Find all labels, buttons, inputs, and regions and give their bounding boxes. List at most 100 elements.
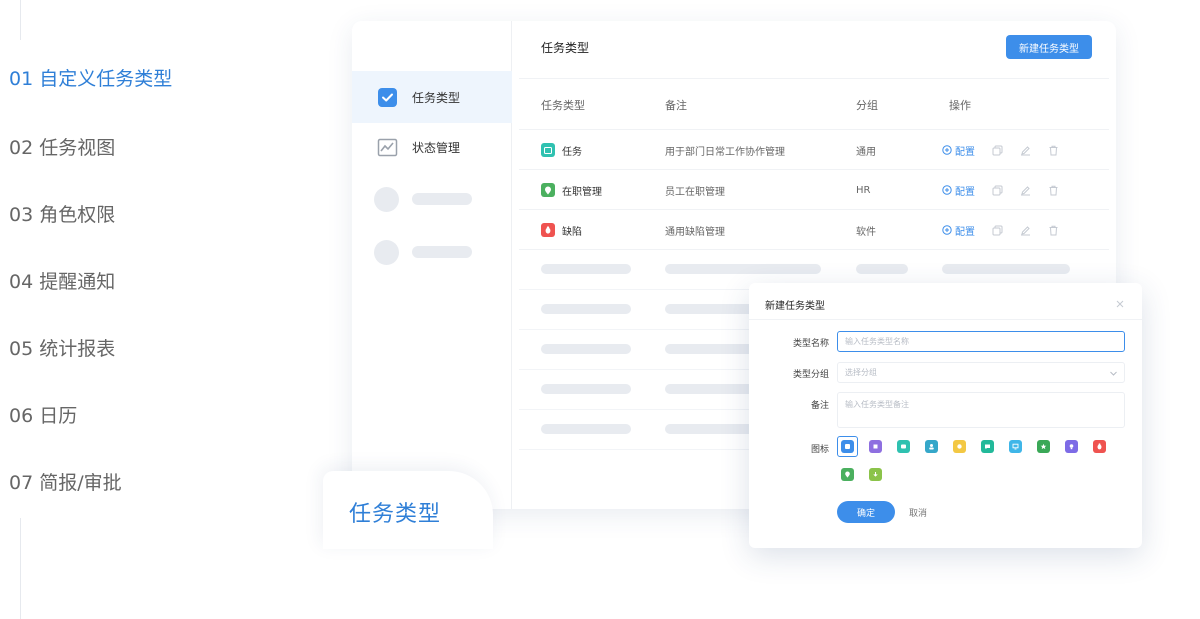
skeleton-bar bbox=[856, 264, 908, 274]
icon-option-chat[interactable] bbox=[977, 436, 998, 457]
dialog-divider bbox=[749, 319, 1142, 320]
nav-divider-top bbox=[20, 0, 21, 40]
edit-icon[interactable] bbox=[1019, 224, 1031, 236]
sidebar-placeholder-bar bbox=[412, 193, 472, 205]
copy-icon[interactable] bbox=[991, 224, 1003, 236]
column-header-note: 备注 bbox=[665, 99, 687, 112]
plus-circle-icon bbox=[942, 145, 952, 155]
edit-icon[interactable] bbox=[1019, 184, 1031, 196]
sidebar-placeholder-bar bbox=[412, 246, 472, 258]
cancel-button[interactable]: 取消 bbox=[909, 501, 927, 523]
sidebar-item-label: 状态管理 bbox=[412, 140, 461, 155]
type-cell: 在职管理 bbox=[541, 170, 602, 210]
skeleton-bar bbox=[942, 264, 1070, 274]
actions-cell: 配置 bbox=[942, 130, 1059, 170]
feature-nav-item-brief-approval[interactable]: 07 简报/审批 bbox=[9, 468, 122, 495]
skeleton-bar bbox=[541, 304, 631, 314]
chevron-down-icon bbox=[1109, 369, 1118, 378]
feature-nav-item-calendar[interactable]: 06 日历 bbox=[9, 401, 77, 428]
icon-option-monitor[interactable] bbox=[1005, 436, 1026, 457]
config-button[interactable]: 配置 bbox=[942, 183, 975, 198]
table-header: 任务类型 备注 分组 操作 bbox=[519, 78, 1109, 130]
bug-icon bbox=[541, 223, 555, 237]
note-label: 备注 bbox=[810, 401, 829, 411]
note-textarea[interactable] bbox=[837, 392, 1125, 428]
skeleton-bar bbox=[665, 264, 821, 274]
type-cell: 缺陷 bbox=[541, 210, 582, 250]
delete-icon[interactable] bbox=[1047, 184, 1059, 196]
actions-cell: 配置 bbox=[942, 210, 1059, 250]
confirm-button[interactable]: 确定 bbox=[837, 501, 895, 523]
icon-option-bulb[interactable] bbox=[1061, 436, 1082, 457]
copy-icon[interactable] bbox=[991, 184, 1003, 196]
delete-icon[interactable] bbox=[1047, 144, 1059, 156]
page-title: 任务类型 bbox=[541, 41, 590, 55]
location-pin-icon bbox=[541, 183, 555, 197]
table-row: 在职管理 员工在职管理 HR 配置 bbox=[519, 170, 1109, 210]
overlay-tab-label: 任务类型 bbox=[349, 502, 442, 527]
note-cell: 员工在职管理 bbox=[665, 186, 725, 198]
dialog-title: 新建任务类型 bbox=[765, 301, 825, 312]
config-button[interactable]: 配置 bbox=[942, 143, 975, 158]
config-label: 配置 bbox=[955, 226, 975, 238]
config-button[interactable]: 配置 bbox=[942, 223, 975, 238]
nav-divider-bottom bbox=[20, 518, 21, 619]
actions-cell: 配置 bbox=[942, 170, 1059, 210]
checkbox-icon bbox=[377, 87, 398, 108]
delete-icon[interactable] bbox=[1047, 224, 1059, 236]
icon-label: 图标 bbox=[810, 445, 829, 455]
icon-option-pin[interactable] bbox=[837, 464, 858, 485]
group-cell: HR bbox=[856, 184, 871, 196]
type-name: 缺陷 bbox=[562, 226, 582, 238]
sidebar-item-label: 任务类型 bbox=[412, 90, 461, 105]
note-cell: 用于部门日常工作协作管理 bbox=[665, 146, 785, 158]
skeleton-bar bbox=[541, 424, 631, 434]
type-name-input[interactable] bbox=[837, 331, 1125, 352]
new-task-type-button[interactable]: 新建任务类型 bbox=[1006, 35, 1092, 59]
config-label: 配置 bbox=[955, 146, 975, 158]
feature-nav-item-role-permission[interactable]: 03 角色权限 bbox=[9, 200, 115, 227]
new-task-type-dialog: 新建任务类型 类型名称 类型分组 选择分组 备注 图标 确定 取消 bbox=[749, 283, 1142, 548]
column-header-group: 分组 bbox=[856, 99, 878, 112]
skeleton-bar bbox=[541, 384, 631, 394]
feature-nav: 01 自定义任务类型 02 任务视图 03 角色权限 04 提醒通知 05 统计… bbox=[0, 0, 260, 619]
icon-option-star[interactable] bbox=[1033, 436, 1054, 457]
icon-option-note[interactable] bbox=[949, 436, 970, 457]
group-cell: 软件 bbox=[856, 226, 876, 238]
skeleton-bar bbox=[541, 264, 631, 274]
icon-option-bug[interactable] bbox=[1089, 436, 1110, 457]
note-cell: 通用缺陷管理 bbox=[665, 226, 725, 238]
icon-option-app[interactable] bbox=[837, 436, 858, 457]
sidebar-placeholder-dot bbox=[374, 240, 399, 265]
type-name: 任务 bbox=[562, 146, 582, 158]
sidebar-item-task-type[interactable]: 任务类型 bbox=[352, 71, 512, 123]
message-icon bbox=[541, 143, 555, 157]
overlay-tab: 任务类型 bbox=[323, 471, 493, 549]
icon-option-box[interactable] bbox=[865, 436, 886, 457]
chart-icon bbox=[377, 137, 398, 158]
copy-icon[interactable] bbox=[991, 144, 1003, 156]
config-label: 配置 bbox=[955, 186, 975, 198]
feature-nav-item-statistics[interactable]: 05 统计报表 bbox=[9, 334, 115, 361]
group-select-placeholder: 选择分组 bbox=[845, 368, 877, 377]
group-cell: 通用 bbox=[856, 146, 876, 158]
app-sidebar: 任务类型 状态管理 bbox=[352, 21, 512, 509]
icon-option-user[interactable] bbox=[921, 436, 942, 457]
icon-option-message[interactable] bbox=[893, 436, 914, 457]
sidebar-placeholder-dot bbox=[374, 187, 399, 212]
icon-option-download[interactable] bbox=[865, 464, 886, 485]
feature-nav-item-custom-task-type[interactable]: 01 自定义任务类型 bbox=[9, 64, 172, 91]
column-header-type: 任务类型 bbox=[541, 99, 585, 112]
feature-nav-item-reminder[interactable]: 04 提醒通知 bbox=[9, 267, 115, 294]
column-header-actions: 操作 bbox=[949, 99, 971, 112]
table-row: 任务 用于部门日常工作协作管理 通用 配置 bbox=[519, 130, 1109, 170]
feature-nav-item-task-view[interactable]: 02 任务视图 bbox=[9, 133, 115, 160]
plus-circle-icon bbox=[942, 185, 952, 195]
close-icon[interactable] bbox=[1114, 295, 1126, 308]
edit-icon[interactable] bbox=[1019, 144, 1031, 156]
group-select[interactable]: 选择分组 bbox=[837, 362, 1125, 383]
table-row: 缺陷 通用缺陷管理 软件 配置 bbox=[519, 210, 1109, 250]
sidebar-item-status-management[interactable]: 状态管理 bbox=[352, 121, 512, 173]
skeleton-bar bbox=[541, 344, 631, 354]
name-label: 类型名称 bbox=[792, 339, 829, 349]
